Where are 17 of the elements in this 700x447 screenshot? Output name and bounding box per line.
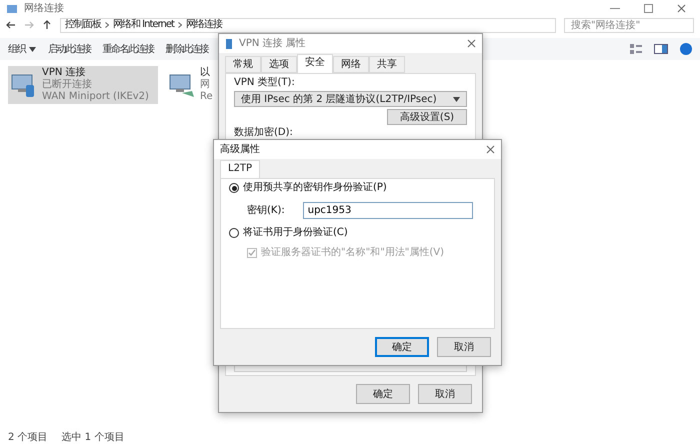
connection-device: WAN Miniport (IKEv2) bbox=[42, 91, 149, 103]
item-count: 2 个项目 bbox=[8, 431, 48, 444]
option-label: 验证服务器证书的"名称"和"用法"属性(V) bbox=[261, 247, 444, 259]
dialog-title: 高级属性 bbox=[220, 144, 260, 156]
window-title: 网络连接 bbox=[24, 2, 64, 14]
option-label: 使用预共享的密钥作身份验证(P) bbox=[243, 182, 387, 194]
dialog-title: VPN 连接 属性 bbox=[239, 38, 306, 50]
field-label: 密钥(K): bbox=[247, 204, 285, 216]
connection-name: VPN 连接 bbox=[42, 67, 87, 78]
field-label: VPN 类型(T): bbox=[234, 77, 296, 89]
connection-status: 已断开连接 bbox=[42, 79, 93, 91]
connection-status: 网 bbox=[200, 79, 211, 91]
field-label: 数据加密(D): bbox=[234, 127, 294, 139]
connection-name: 以 bbox=[200, 67, 211, 79]
option-label: 将证书用于身份验证(C) bbox=[243, 227, 348, 239]
selection-count: 选中 1 个项目 bbox=[62, 430, 124, 444]
connection-device: Re bbox=[200, 91, 213, 103]
